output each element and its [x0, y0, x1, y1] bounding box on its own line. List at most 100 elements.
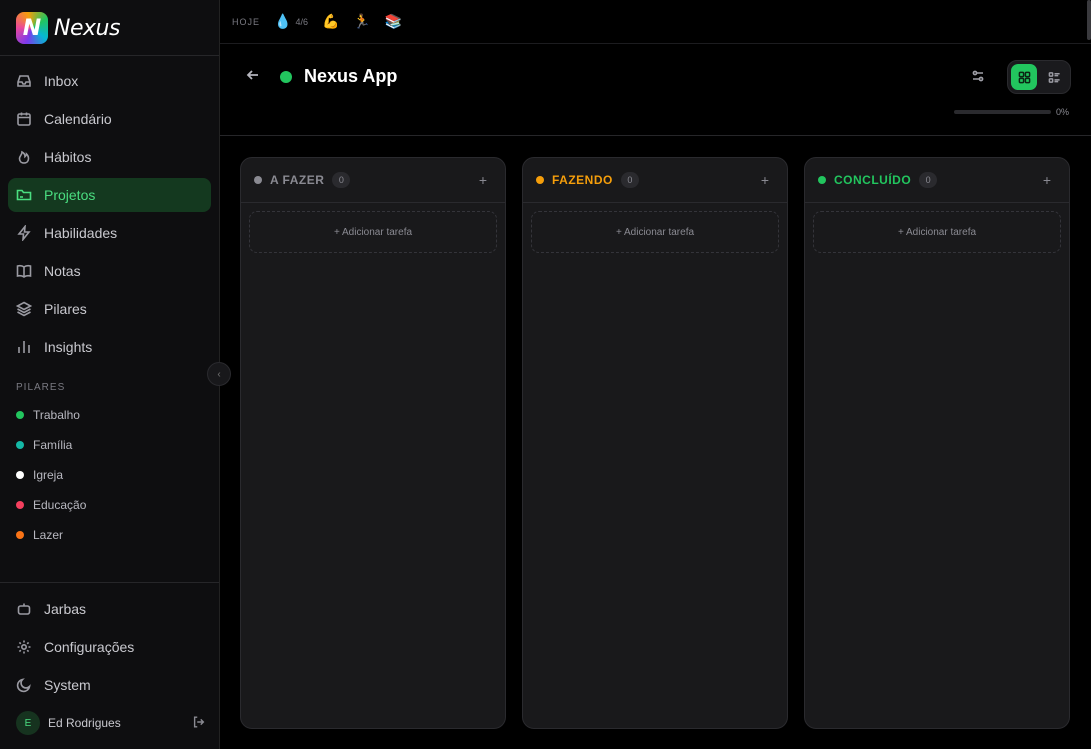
pilar-label: Trabalho: [33, 408, 80, 422]
habit-reading[interactable]: 📚: [385, 13, 402, 30]
bar-chart-icon: [16, 339, 32, 355]
pilar-label: Família: [33, 438, 73, 452]
sidebar-item-pilares[interactable]: Pilares: [8, 292, 211, 326]
runner-icon: 🏃: [353, 13, 371, 29]
water-drop-icon: 💧: [274, 13, 292, 29]
user-profile[interactable]: E Ed Rodrigues: [16, 711, 206, 735]
main-nav: Inbox Calendário Hábitos Projetos Habili…: [8, 64, 211, 368]
project-color-dot: [280, 71, 292, 83]
pilar-color-dot: [16, 501, 24, 509]
pilar-label: Igreja: [33, 468, 64, 482]
column-title: CONCLUÍDO: [834, 173, 912, 187]
bolt-icon: [16, 225, 32, 241]
inbox-icon: [16, 73, 32, 89]
pilar-item-trabalho[interactable]: Trabalho: [16, 400, 206, 430]
sidebar-divider: [0, 582, 219, 583]
pilar-item-familia[interactable]: Família: [16, 430, 206, 460]
sidebar-item-jarbas[interactable]: Jarbas: [8, 592, 211, 626]
project-header: Nexus App 0%: [220, 44, 1091, 136]
column-header: FAZENDO 0: [523, 158, 787, 203]
sidebar-item-label: Insights: [44, 339, 93, 355]
sidebar-collapse-button[interactable]: ‹: [207, 362, 231, 386]
avatar: E: [16, 711, 40, 735]
page-scrollbar[interactable]: [1087, 0, 1091, 40]
plus-icon[interactable]: +: [479, 172, 487, 188]
progress-label: 0%: [1056, 107, 1070, 117]
column-concluido: CONCLUÍDO 0 + + Adicionar tarefa: [804, 157, 1070, 729]
column-title: A FAZER: [270, 173, 325, 187]
sidebar-item-habilidades[interactable]: Habilidades: [8, 216, 211, 250]
sidebar-item-projetos[interactable]: Projetos: [8, 178, 211, 212]
sidebar-item-system-theme[interactable]: System: [8, 668, 211, 702]
back-arrow-icon[interactable]: [246, 68, 262, 84]
column-header: A FAZER 0: [241, 158, 505, 203]
pilar-item-igreja[interactable]: Igreja: [16, 460, 206, 490]
sidebar-item-label: Jarbas: [44, 601, 87, 617]
sidebar-item-insights[interactable]: Insights: [8, 330, 211, 364]
sidebar-item-label: Calendário: [44, 111, 112, 127]
sidebar-item-label: Notas: [44, 263, 81, 279]
add-task-button[interactable]: + Adicionar tarefa: [249, 211, 497, 253]
board-view-button[interactable]: [1011, 64, 1037, 90]
bottom-nav: Jarbas Configurações System: [8, 592, 211, 706]
sidebar-item-label: Configurações: [44, 639, 135, 655]
list-icon: [1048, 71, 1060, 83]
pilares-section-title: PILARES: [16, 382, 66, 393]
today-label: HOJE: [232, 16, 261, 27]
pilar-label: Educação: [33, 498, 87, 512]
sidebar-item-notas[interactable]: Notas: [8, 254, 211, 288]
add-task-button[interactable]: + Adicionar tarefa: [531, 211, 779, 253]
column-status-dot: [536, 176, 544, 184]
pilar-color-dot: [16, 411, 24, 419]
app-name: Nexus: [54, 15, 120, 41]
column-a-fazer: A FAZER 0 + + Adicionar tarefa: [240, 157, 506, 729]
calendar-icon: [16, 111, 32, 127]
sidebar-item-inbox[interactable]: Inbox: [8, 64, 211, 98]
app-logo[interactable]: N Nexus: [16, 12, 120, 44]
gear-icon: [16, 639, 32, 655]
layers-icon: [16, 301, 32, 317]
pilar-color-dot: [16, 471, 24, 479]
filter-settings-icon[interactable]: [971, 69, 987, 85]
plus-icon[interactable]: +: [1043, 172, 1051, 188]
pilar-item-educacao[interactable]: Educação: [16, 490, 206, 520]
sidebar: N Nexus Inbox Calendário Hábitos Projeto…: [0, 0, 220, 749]
column-status-dot: [254, 176, 262, 184]
book-icon: [16, 263, 32, 279]
habits-topbar: HOJE 💧 4/6 💪 🏃 📚: [220, 0, 1091, 44]
pilar-color-dot: [16, 441, 24, 449]
pilar-item-lazer[interactable]: Lazer: [16, 520, 206, 550]
sidebar-item-label: Pilares: [44, 301, 87, 317]
sidebar-item-calendario[interactable]: Calendário: [8, 102, 211, 136]
sidebar-item-habitos[interactable]: Hábitos: [8, 140, 211, 174]
sidebar-item-configuracoes[interactable]: Configurações: [8, 630, 211, 664]
column-status-dot: [818, 176, 826, 184]
plus-icon[interactable]: +: [761, 172, 769, 188]
column-fazendo: FAZENDO 0 + + Adicionar tarefa: [522, 157, 788, 729]
task-count-badge: 0: [332, 172, 351, 188]
sidebar-item-label: Habilidades: [44, 225, 118, 241]
bot-icon: [16, 601, 32, 617]
habit-exercise[interactable]: 💪: [322, 13, 339, 30]
books-icon: 📚: [384, 13, 403, 29]
add-task-button[interactable]: + Adicionar tarefa: [813, 211, 1061, 253]
pilar-color-dot: [16, 531, 24, 539]
flexed-biceps-icon: 💪: [321, 13, 340, 29]
grid-icon: [1018, 71, 1030, 83]
column-header: CONCLUÍDO 0: [805, 158, 1069, 203]
sidebar-item-label: Hábitos: [44, 149, 92, 165]
pilar-label: Lazer: [33, 528, 64, 542]
logout-icon[interactable]: [192, 715, 206, 732]
page-title: Nexus App: [304, 66, 398, 86]
list-view-button[interactable]: [1041, 64, 1067, 90]
task-count-badge: 0: [620, 172, 639, 188]
sidebar-item-label: System: [44, 677, 91, 693]
logo-mark-icon: N: [16, 12, 48, 44]
view-mode-toggle: [1007, 60, 1071, 94]
sidebar-divider: [0, 55, 219, 56]
column-title: FAZENDO: [552, 173, 613, 187]
habit-running[interactable]: 🏃: [353, 13, 370, 30]
user-name: Ed Rodrigues: [48, 716, 121, 730]
habit-progress: 4/6: [295, 16, 308, 27]
habit-water[interactable]: 💧 4/6: [274, 13, 308, 30]
